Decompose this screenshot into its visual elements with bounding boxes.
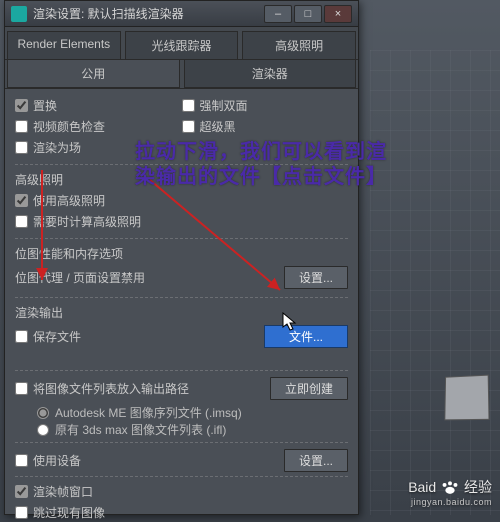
label-force-two-sided: 强制双面 — [200, 97, 248, 114]
label-use-device: 使用设备 — [33, 452, 81, 469]
label-save-file: 保存文件 — [33, 328, 81, 345]
label-legacy-ifl: 原有 3ds max 图像文件列表 (.ifl) — [55, 421, 226, 438]
label-video-color-check: 视频颜色检查 — [33, 118, 105, 135]
device-setup-button[interactable]: 设置... — [284, 449, 348, 472]
checkbox-use-device[interactable] — [15, 454, 28, 467]
watermark-brand: Baid — [408, 479, 436, 495]
annotation-line-2: 染输出的文件【点击文件】 — [135, 160, 387, 189]
viewport-grid — [370, 50, 500, 515]
tabs-lower: 公用 渲染器 — [5, 60, 358, 89]
checkbox-save-file[interactable] — [15, 330, 28, 343]
tab-render-elements[interactable]: Render Elements — [7, 31, 121, 59]
label-autodesk-imsq: Autodesk ME 图像序列文件 (.imsq) — [55, 404, 242, 421]
checkbox-render-frame-window[interactable] — [15, 485, 28, 498]
label-displacement: 置换 — [33, 97, 57, 114]
label-bitmap-proxy-disabled: 位图代理 / 页面设置禁用 — [15, 269, 284, 286]
create-now-button[interactable]: 立即创建 — [270, 377, 348, 400]
radio-legacy-ifl[interactable] — [37, 424, 49, 436]
radio-autodesk-imsq[interactable] — [37, 407, 49, 419]
close-button[interactable]: × — [324, 5, 352, 23]
watermark: Baid 经验 jingyan.baidu.com — [408, 477, 492, 507]
tab-renderer[interactable]: 渲染器 — [184, 60, 357, 88]
checkbox-skip-existing[interactable] — [15, 506, 28, 519]
checkbox-video-color-check[interactable] — [15, 120, 28, 133]
checkbox-put-image-list-in-path[interactable] — [15, 382, 28, 395]
section-bitmap: 位图性能和内存选项 — [15, 238, 348, 262]
checkbox-compute-adv-lighting[interactable] — [15, 215, 28, 228]
label-render-to-fields: 渲染为场 — [33, 139, 81, 156]
checkbox-render-to-fields[interactable] — [15, 141, 28, 154]
minimize-button[interactable]: – — [264, 5, 292, 23]
label-super-black: 超级黑 — [200, 118, 236, 135]
section-render-output: 渲染输出 — [15, 297, 348, 321]
label-skip-existing: 跳过现有图像 — [33, 504, 105, 521]
checkbox-super-black[interactable] — [182, 120, 195, 133]
watermark-suffix: 经验 — [464, 479, 492, 495]
render-settings-dialog: 渲染设置: 默认扫描线渲染器 – □ × Render Elements 光线跟… — [4, 0, 359, 515]
window-title: 渲染设置: 默认扫描线渲染器 — [33, 5, 262, 22]
label-compute-adv-lighting: 需要时计算高级照明 — [33, 213, 141, 230]
scene-object-cube — [444, 375, 489, 421]
tab-advanced-lighting[interactable]: 高级照明 — [242, 31, 356, 59]
app-icon — [11, 6, 27, 22]
bitmap-setup-button[interactable]: 设置... — [284, 266, 348, 289]
restore-button[interactable]: □ — [294, 5, 322, 23]
label-put-image-list-in-path: 将图像文件列表放入输出路径 — [33, 380, 189, 397]
watermark-url: jingyan.baidu.com — [408, 497, 492, 507]
label-render-frame-window: 渲染帧窗口 — [33, 483, 93, 500]
tab-raytracer[interactable]: 光线跟踪器 — [125, 31, 239, 59]
tab-common[interactable]: 公用 — [7, 60, 180, 88]
checkbox-use-adv-lighting[interactable] — [15, 194, 28, 207]
titlebar: 渲染设置: 默认扫描线渲染器 – □ × — [5, 1, 358, 27]
tabs-upper: Render Elements 光线跟踪器 高级照明 — [5, 27, 358, 60]
checkbox-displacement[interactable] — [15, 99, 28, 112]
label-use-adv-lighting: 使用高级照明 — [33, 192, 105, 209]
paw-icon — [440, 481, 460, 495]
file-button[interactable]: 文件... — [264, 325, 348, 348]
checkbox-force-two-sided[interactable] — [182, 99, 195, 112]
